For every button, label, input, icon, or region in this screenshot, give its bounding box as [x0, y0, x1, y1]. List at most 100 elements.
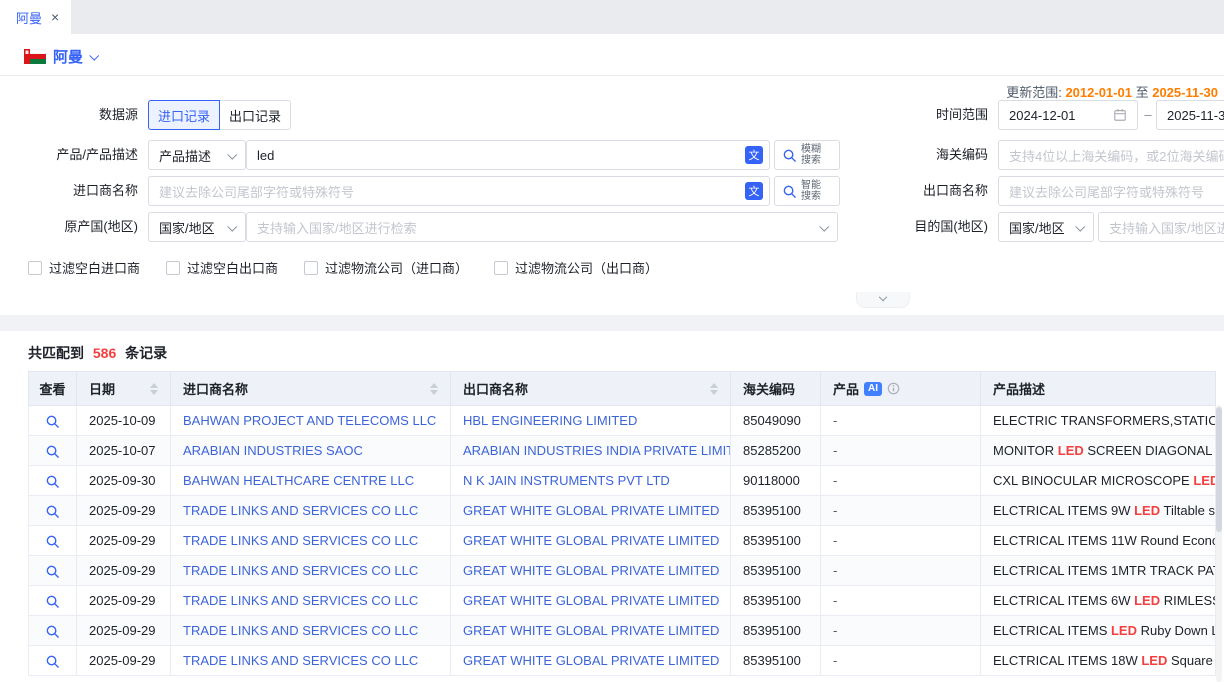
view-record-button[interactable] [45, 504, 60, 519]
importer-link[interactable]: TRADE LINKS AND SERVICES CO LLC [183, 593, 418, 608]
collapse-filters-button[interactable] [856, 292, 910, 308]
smart-search-button[interactable]: 智能 搜索 [774, 176, 840, 206]
exporter-link[interactable]: GREAT WHITE GLOBAL PRIVATE LIMITED [463, 653, 719, 668]
exporter-link[interactable]: HBL ENGINEERING LIMITED [463, 413, 637, 428]
tab-close-icon[interactable]: × [51, 10, 59, 24]
start-date-value: 2024-12-01 [1009, 108, 1076, 123]
country-selector[interactable]: 阿曼 [24, 46, 97, 67]
end-date-input[interactable]: 2025-11-30 [1156, 100, 1224, 130]
filter-blank-exporter-checkbox[interactable]: 过滤空白出口商 [166, 258, 278, 277]
checkbox-label: 过滤空白出口商 [187, 258, 278, 277]
importer-link[interactable]: TRADE LINKS AND SERVICES CO LLC [183, 623, 418, 638]
importer-link[interactable]: TRADE LINKS AND SERVICES CO LLC [183, 533, 418, 548]
exporter-link[interactable]: GREAT WHITE GLOBAL PRIVATE LIMITED [463, 593, 719, 608]
origin-country-select[interactable]: 国家/地区 [148, 212, 246, 242]
scrollbar-thumb[interactable] [1216, 407, 1222, 532]
country-name: 阿曼 [53, 46, 83, 67]
fuzzy-search-label: 模糊 搜索 [801, 144, 821, 166]
view-record-button[interactable] [45, 564, 60, 579]
view-record-button[interactable] [45, 624, 60, 639]
exporter-link[interactable]: GREAT WHITE GLOBAL PRIVATE LIMITED [463, 533, 719, 548]
exporter-link[interactable]: GREAT WHITE GLOBAL PRIVATE LIMITED [463, 623, 719, 638]
app-window: 阿曼 × 阿曼 更新范围: 2012-01-01 至 2025- [0, 0, 1224, 682]
chevron-down-icon [879, 292, 887, 300]
origin-type-value: 国家/地区 [159, 218, 215, 237]
view-record-button[interactable] [45, 444, 60, 459]
checkbox-icon [304, 261, 318, 275]
exporter-link[interactable]: N K JAIN INSTRUMENTS PVT LTD [463, 473, 670, 488]
update-range-end: 2025-11-30 [1152, 85, 1218, 100]
product-type-select[interactable]: 产品描述 [148, 140, 246, 170]
importer-link[interactable]: TRADE LINKS AND SERVICES CO LLC [183, 503, 418, 518]
exporter-link[interactable]: ARABIAN INDUSTRIES INDIA PRIVATE LIMIT..… [463, 443, 731, 458]
exporter-link[interactable]: GREAT WHITE GLOBAL PRIVATE LIMITED [463, 563, 719, 578]
tab-oman[interactable]: 阿曼 × [0, 0, 71, 34]
date-range-separator: – [1142, 100, 1154, 130]
origin-country-label: 原产国(地区) [0, 212, 138, 242]
search-icon [782, 148, 797, 163]
results-count-prefix: 共匹配到 [28, 345, 84, 361]
product-cell: - [821, 586, 981, 616]
description-cell: ELCTRICAL ITEMS 11W Round Econo... [981, 526, 1216, 556]
header-importer[interactable]: 进口商名称 [171, 372, 451, 406]
importer-input[interactable]: 建议去除公司尾部字符或特殊符号 文 [148, 176, 770, 206]
info-icon[interactable] [887, 382, 900, 395]
table-row: 2025-10-09 BAHWAN PROJECT AND TELECOMS L… [29, 406, 1216, 436]
start-date-input[interactable]: 2024-12-01 [998, 100, 1138, 130]
sort-icon[interactable] [430, 383, 438, 395]
destination-type-value: 国家/地区 [1009, 218, 1065, 237]
fuzzy-search-button[interactable]: 模糊 搜索 [774, 140, 840, 170]
sort-icon[interactable] [710, 383, 718, 395]
hs-code-cell: 85395100 [731, 586, 821, 616]
destination-country-select[interactable]: 国家/地区 [998, 212, 1094, 242]
importer-link[interactable]: TRADE LINKS AND SERVICES CO LLC [183, 563, 418, 578]
table-row: 2025-10-07 ARABIAN INDUSTRIES SAOC ARABI… [29, 436, 1216, 466]
date-cell: 2025-09-29 [77, 526, 171, 556]
hs-code-cell: 85395100 [731, 646, 821, 676]
product-cell: - [821, 406, 981, 436]
import-records-button[interactable]: 进口记录 [148, 100, 220, 130]
checkbox-icon [494, 261, 508, 275]
table-row: 2025-09-29 TRADE LINKS AND SERVICES CO L… [29, 496, 1216, 526]
sort-icon[interactable] [150, 383, 158, 395]
results-count-number: 586 [93, 345, 116, 361]
importer-link[interactable]: TRADE LINKS AND SERVICES CO LLC [183, 653, 418, 668]
importer-label: 进口商名称 [0, 176, 138, 206]
exporter-link[interactable]: GREAT WHITE GLOBAL PRIVATE LIMITED [463, 503, 719, 518]
update-range: 更新范围: 2012-01-01 至 2025-11-30 [1006, 82, 1218, 101]
description-cell: ELCTRICAL ITEMS 9W LED Tiltable sp... [981, 496, 1216, 526]
importer-link[interactable]: BAHWAN PROJECT AND TELECOMS LLC [183, 413, 436, 428]
translate-icon[interactable]: 文 [745, 146, 763, 164]
chevron-down-icon [1075, 221, 1085, 231]
origin-country-input[interactable]: 支持输入国家/地区进行检索 [246, 212, 838, 242]
tab-label: 阿曼 [16, 8, 42, 27]
exporter-input[interactable]: 建议去除公司尾部字符或特殊符号 [998, 176, 1224, 206]
export-records-button[interactable]: 出口记录 [219, 100, 291, 130]
importer-link[interactable]: BAHWAN HEALTHCARE CENTRE LLC [183, 473, 414, 488]
filter-logistics-exporter-checkbox[interactable]: 过滤物流公司（出口商） [494, 258, 658, 277]
description-cell: CXL BINOCULAR MICROSCOPE LED (... [981, 466, 1216, 496]
date-cell: 2025-10-09 [77, 406, 171, 436]
filter-logistics-importer-checkbox[interactable]: 过滤物流公司（进口商） [304, 258, 468, 277]
product-input[interactable]: led 文 [246, 140, 770, 170]
origin-placeholder: 支持输入国家/地区进行检索 [257, 218, 417, 237]
view-record-button[interactable] [45, 594, 60, 609]
view-record-button[interactable] [45, 534, 60, 549]
description-cell: MONITOR LED SCREEN DIAGONAL S... [981, 436, 1216, 466]
view-record-button[interactable] [45, 474, 60, 489]
header-date[interactable]: 日期 [77, 372, 171, 406]
importer-link[interactable]: ARABIAN INDUSTRIES SAOC [183, 443, 363, 458]
hs-code-input[interactable]: 支持4位以上海关编码，或2位海关编码加 [998, 140, 1224, 170]
product-cell: - [821, 496, 981, 526]
translate-icon[interactable]: 文 [745, 182, 763, 200]
scrollbar[interactable] [1216, 405, 1222, 682]
date-cell: 2025-09-30 [77, 466, 171, 496]
filter-blank-importer-checkbox[interactable]: 过滤空白进口商 [28, 258, 140, 277]
hs-code-cell: 85395100 [731, 556, 821, 586]
date-cell: 2025-09-29 [77, 646, 171, 676]
date-cell: 2025-09-29 [77, 556, 171, 586]
destination-country-input[interactable]: 支持输入国家/地区进行检索 [1098, 212, 1224, 242]
header-exporter[interactable]: 出口商名称 [451, 372, 731, 406]
view-record-button[interactable] [45, 414, 60, 429]
view-record-button[interactable] [45, 654, 60, 669]
